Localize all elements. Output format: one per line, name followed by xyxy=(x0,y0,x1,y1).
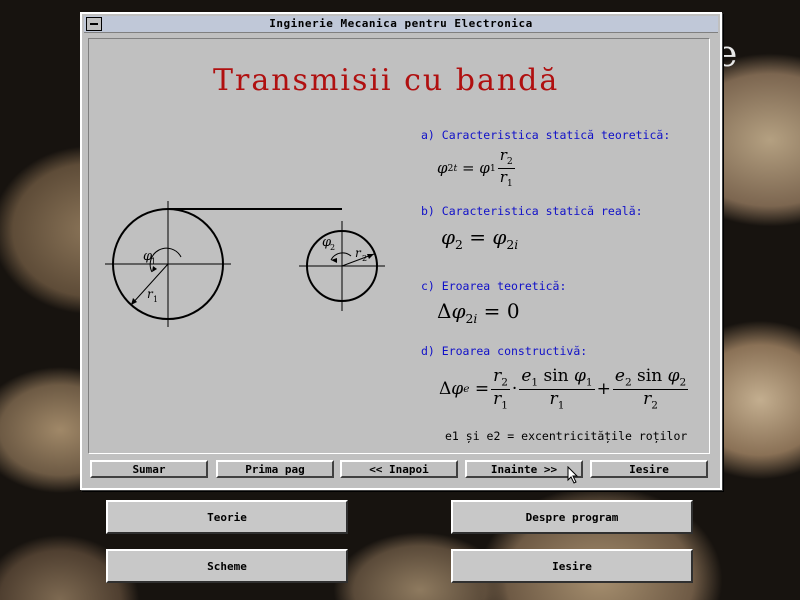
inapoi-button[interactable]: << Inapoi xyxy=(340,460,458,478)
teorie-button[interactable]: Teorie xyxy=(106,500,348,534)
svg-text:r: r xyxy=(355,246,362,260)
main-window: Inginerie Mecanica pentru Electronica Tr… xyxy=(80,12,722,490)
svg-text:2: 2 xyxy=(330,243,335,252)
section-b-label: b) Caracteristica statică reală: xyxy=(421,204,643,218)
scheme-button[interactable]: Scheme xyxy=(106,549,348,583)
slide-title: Transmisii cu bandă xyxy=(213,63,560,98)
slide-content: Transmisii cu bandă r 1 φ 1 r 2 φ 2 a) C… xyxy=(88,38,710,454)
eccentricity-note: e1 și e2 = excentricitățile roților xyxy=(445,429,688,443)
title-bar: Inginerie Mecanica pentru Electronica xyxy=(84,16,718,33)
window-title: Inginerie Mecanica pentru Electronica xyxy=(269,17,533,30)
iesire-main-button[interactable]: Iesire xyxy=(451,549,693,583)
despre-program-button[interactable]: Despre program xyxy=(451,500,693,534)
section-d-label: d) Eroarea constructivă: xyxy=(421,344,588,358)
prima-pag-button[interactable]: Prima pag xyxy=(216,460,334,478)
section-c-label: c) Eroarea teoretică: xyxy=(421,279,567,293)
mouse-cursor-icon xyxy=(567,466,579,484)
sumar-button[interactable]: Sumar xyxy=(90,460,208,478)
formula-a: φ 2t = φ1 r2 r1 xyxy=(437,146,515,189)
formula-b: φ2 = φ2i xyxy=(441,225,519,252)
svg-text:1: 1 xyxy=(153,295,158,304)
iesire-nav-button[interactable]: Iesire xyxy=(590,460,708,478)
formula-c-value: 0 xyxy=(506,299,520,323)
section-a-label: a) Caracteristica statică teoretică: xyxy=(421,128,671,142)
formula-c: Δφ2i = 0 xyxy=(437,299,520,326)
belt-transmission-diagram: r 1 φ 1 r 2 φ 2 xyxy=(105,201,385,327)
formula-d: Δφe = r2 r1 · e1 sin φ1 r1 + e2 sin φ2 r2 xyxy=(439,366,689,411)
inainte-button[interactable]: Inainte >> xyxy=(465,460,583,478)
svg-text:1: 1 xyxy=(151,257,156,266)
svg-text:2: 2 xyxy=(362,254,367,263)
